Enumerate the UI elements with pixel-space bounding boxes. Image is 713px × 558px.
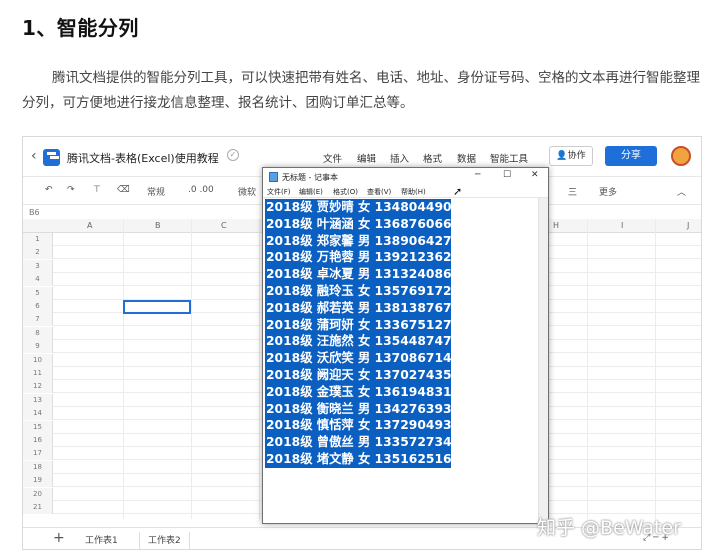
- row-number[interactable]: 8: [23, 326, 53, 340]
- notepad-line: 2018级 汪施然 女 13544874731: [265, 333, 469, 351]
- notepad-line: 2018级 郝若英 男 13813876739: [265, 299, 469, 317]
- back-chevron-icon[interactable]: ‹: [31, 148, 37, 164]
- number-format-select[interactable]: 常规: [147, 185, 165, 198]
- row-number[interactable]: 13: [23, 393, 53, 407]
- notepad-line: 2018级 衡晓兰 男 13427639341: [265, 400, 469, 418]
- row-number[interactable]: 19: [23, 474, 53, 488]
- row-number[interactable]: 2: [23, 246, 53, 260]
- notepad-line: 2018级 郑家馨 男 13890642796: [265, 232, 469, 250]
- notepad-window: 无标题 - 记事本 ─ ☐ ✕ 文件(F) 编辑(E) 格式(O) 查看(V) …: [262, 167, 549, 524]
- notepad-text-area[interactable]: 2018级 贾妙晴 女 13480449031 2018级 叶涵涵 女 13687…: [265, 199, 469, 468]
- row-number[interactable]: 6: [23, 300, 53, 313]
- row-number[interactable]: 12: [23, 380, 53, 394]
- row-number[interactable]: 20: [23, 487, 53, 501]
- col-b[interactable]: B: [155, 221, 161, 230]
- notepad-line: 2018级 贾妙晴 女 13480449031: [265, 199, 469, 216]
- notepad-line: 2018级 融玲玉 女 13576917249: [265, 282, 469, 300]
- section-heading: 1、智能分列: [22, 16, 139, 40]
- menu-smart-tools[interactable]: 智能工具: [490, 151, 528, 165]
- undo-icon[interactable]: ↶: [45, 185, 53, 195]
- notepad-line: 2018级 万艳蓉 男 13921236265: [265, 249, 469, 267]
- row-number[interactable]: 17: [23, 447, 53, 461]
- watermark: 知乎 @BeWater: [537, 517, 681, 539]
- notepad-line: 2018级 金璞玉 女 13619483109: [265, 383, 469, 401]
- menu-file[interactable]: 文件: [323, 151, 342, 165]
- np-menu-file[interactable]: 文件(F): [267, 187, 291, 197]
- row-number[interactable]: 11: [23, 367, 53, 380]
- maximize-icon[interactable]: ☐: [503, 170, 511, 180]
- notepad-line: 2018级 叶涵涵 女 13687606679: [265, 215, 469, 233]
- doc-title[interactable]: 腾讯文档-表格(Excel)使用教程: [67, 150, 219, 166]
- menu-data[interactable]: 数据: [457, 151, 476, 165]
- row-number[interactable]: 9: [23, 340, 53, 354]
- notepad-line: 2018级 卓冰夏 男 13132408678: [265, 266, 469, 283]
- share-button[interactable]: 分享: [605, 146, 657, 166]
- tab-sheet1[interactable]: 工作表1: [77, 532, 126, 549]
- np-menu-format[interactable]: 格式(O): [333, 187, 358, 197]
- font-select[interactable]: 微软: [238, 185, 256, 198]
- notepad-line: 2018级 堵文静 女 13516251665: [265, 450, 469, 468]
- notepad-line: 2018级 蒲珂妍 女 13367512777: [265, 316, 469, 334]
- decimal-buttons[interactable]: .0 .00: [188, 185, 214, 195]
- add-sheet-icon[interactable]: +: [53, 530, 65, 546]
- article-paragraph: 腾讯文档提供的智能分列工具，可以快速把带有姓名、电话、地址、身份证号码、空格的文…: [22, 70, 700, 111]
- selected-cell[interactable]: [123, 300, 191, 314]
- row-number[interactable]: 5: [23, 286, 53, 300]
- redo-icon[interactable]: ↷: [67, 185, 75, 195]
- row-number[interactable]: 21: [23, 501, 53, 514]
- col-j[interactable]: J: [687, 221, 689, 230]
- row-number[interactable]: 4: [23, 273, 53, 287]
- np-menu-help[interactable]: 帮助(H): [401, 187, 426, 197]
- tab-sheet2[interactable]: 工作表2: [139, 532, 190, 549]
- collab-label: 协作: [567, 151, 586, 161]
- notepad-line: 2018级 曾傲丝 男 13357273437: [265, 434, 469, 451]
- notepad-line: 2018级 阙迎天 女 13702743598: [265, 366, 469, 384]
- app-screenshot: ‹ 腾讯文档-表格(Excel)使用教程 ✓ 文件 编辑 插入 格式 数据 智能…: [22, 136, 702, 550]
- notepad-scrollbar[interactable]: [538, 198, 548, 524]
- row-number[interactable]: 15: [23, 420, 53, 434]
- clear-format-icon[interactable]: ⌫: [117, 185, 130, 195]
- row-number[interactable]: 16: [23, 434, 53, 447]
- avatar[interactable]: [671, 146, 691, 166]
- notepad-line: 2018级 沃欣笑 男 13708671488: [265, 350, 469, 367]
- notepad-menubar: 文件(F) 编辑(E) 格式(O) 查看(V) 帮助(H): [263, 186, 548, 198]
- cell-name-box[interactable]: B6: [29, 208, 40, 217]
- row-number[interactable]: 7: [23, 313, 53, 327]
- row-number[interactable]: 14: [23, 407, 53, 421]
- tencent-docs-logo-icon: [43, 149, 60, 166]
- menu-format[interactable]: 格式: [423, 151, 442, 165]
- col-c[interactable]: C: [221, 221, 227, 230]
- notepad-icon: [269, 172, 278, 182]
- row-number[interactable]: 10: [23, 353, 53, 367]
- notepad-title: 无标题 - 记事本: [282, 173, 338, 182]
- notepad-line: 2018级 慎恬萍 女 13729049320: [265, 417, 469, 435]
- np-menu-view[interactable]: 查看(V): [367, 187, 391, 197]
- row-number[interactable]: 18: [23, 460, 53, 474]
- article-page: 1、智能分列 腾讯文档提供的智能分列工具，可以快速把带有姓名、电话、地址、身份证…: [0, 0, 713, 558]
- np-menu-edit[interactable]: 编辑(E): [299, 187, 323, 197]
- align-button[interactable]: 三: [568, 185, 577, 198]
- collab-button[interactable]: 👤协作: [549, 146, 593, 166]
- format-painter-icon[interactable]: ⊤: [93, 185, 101, 195]
- more-button[interactable]: 更多: [599, 185, 617, 198]
- mouse-cursor-icon: ➚: [453, 185, 463, 198]
- menu-edit[interactable]: 编辑: [357, 151, 376, 165]
- col-i[interactable]: I: [621, 221, 623, 230]
- col-h[interactable]: H: [553, 221, 559, 230]
- row-number[interactable]: 1: [23, 233, 53, 246]
- col-a[interactable]: A: [87, 221, 92, 230]
- menu-insert[interactable]: 插入: [390, 151, 409, 165]
- close-icon[interactable]: ✕: [531, 170, 539, 180]
- minimize-icon[interactable]: ─: [475, 170, 480, 180]
- saved-status-icon: ✓: [227, 149, 239, 161]
- notepad-titlebar[interactable]: 无标题 - 记事本 ─ ☐ ✕: [263, 168, 548, 186]
- collapse-chevron-icon[interactable]: ︿: [677, 185, 686, 198]
- row-number[interactable]: 3: [23, 259, 53, 273]
